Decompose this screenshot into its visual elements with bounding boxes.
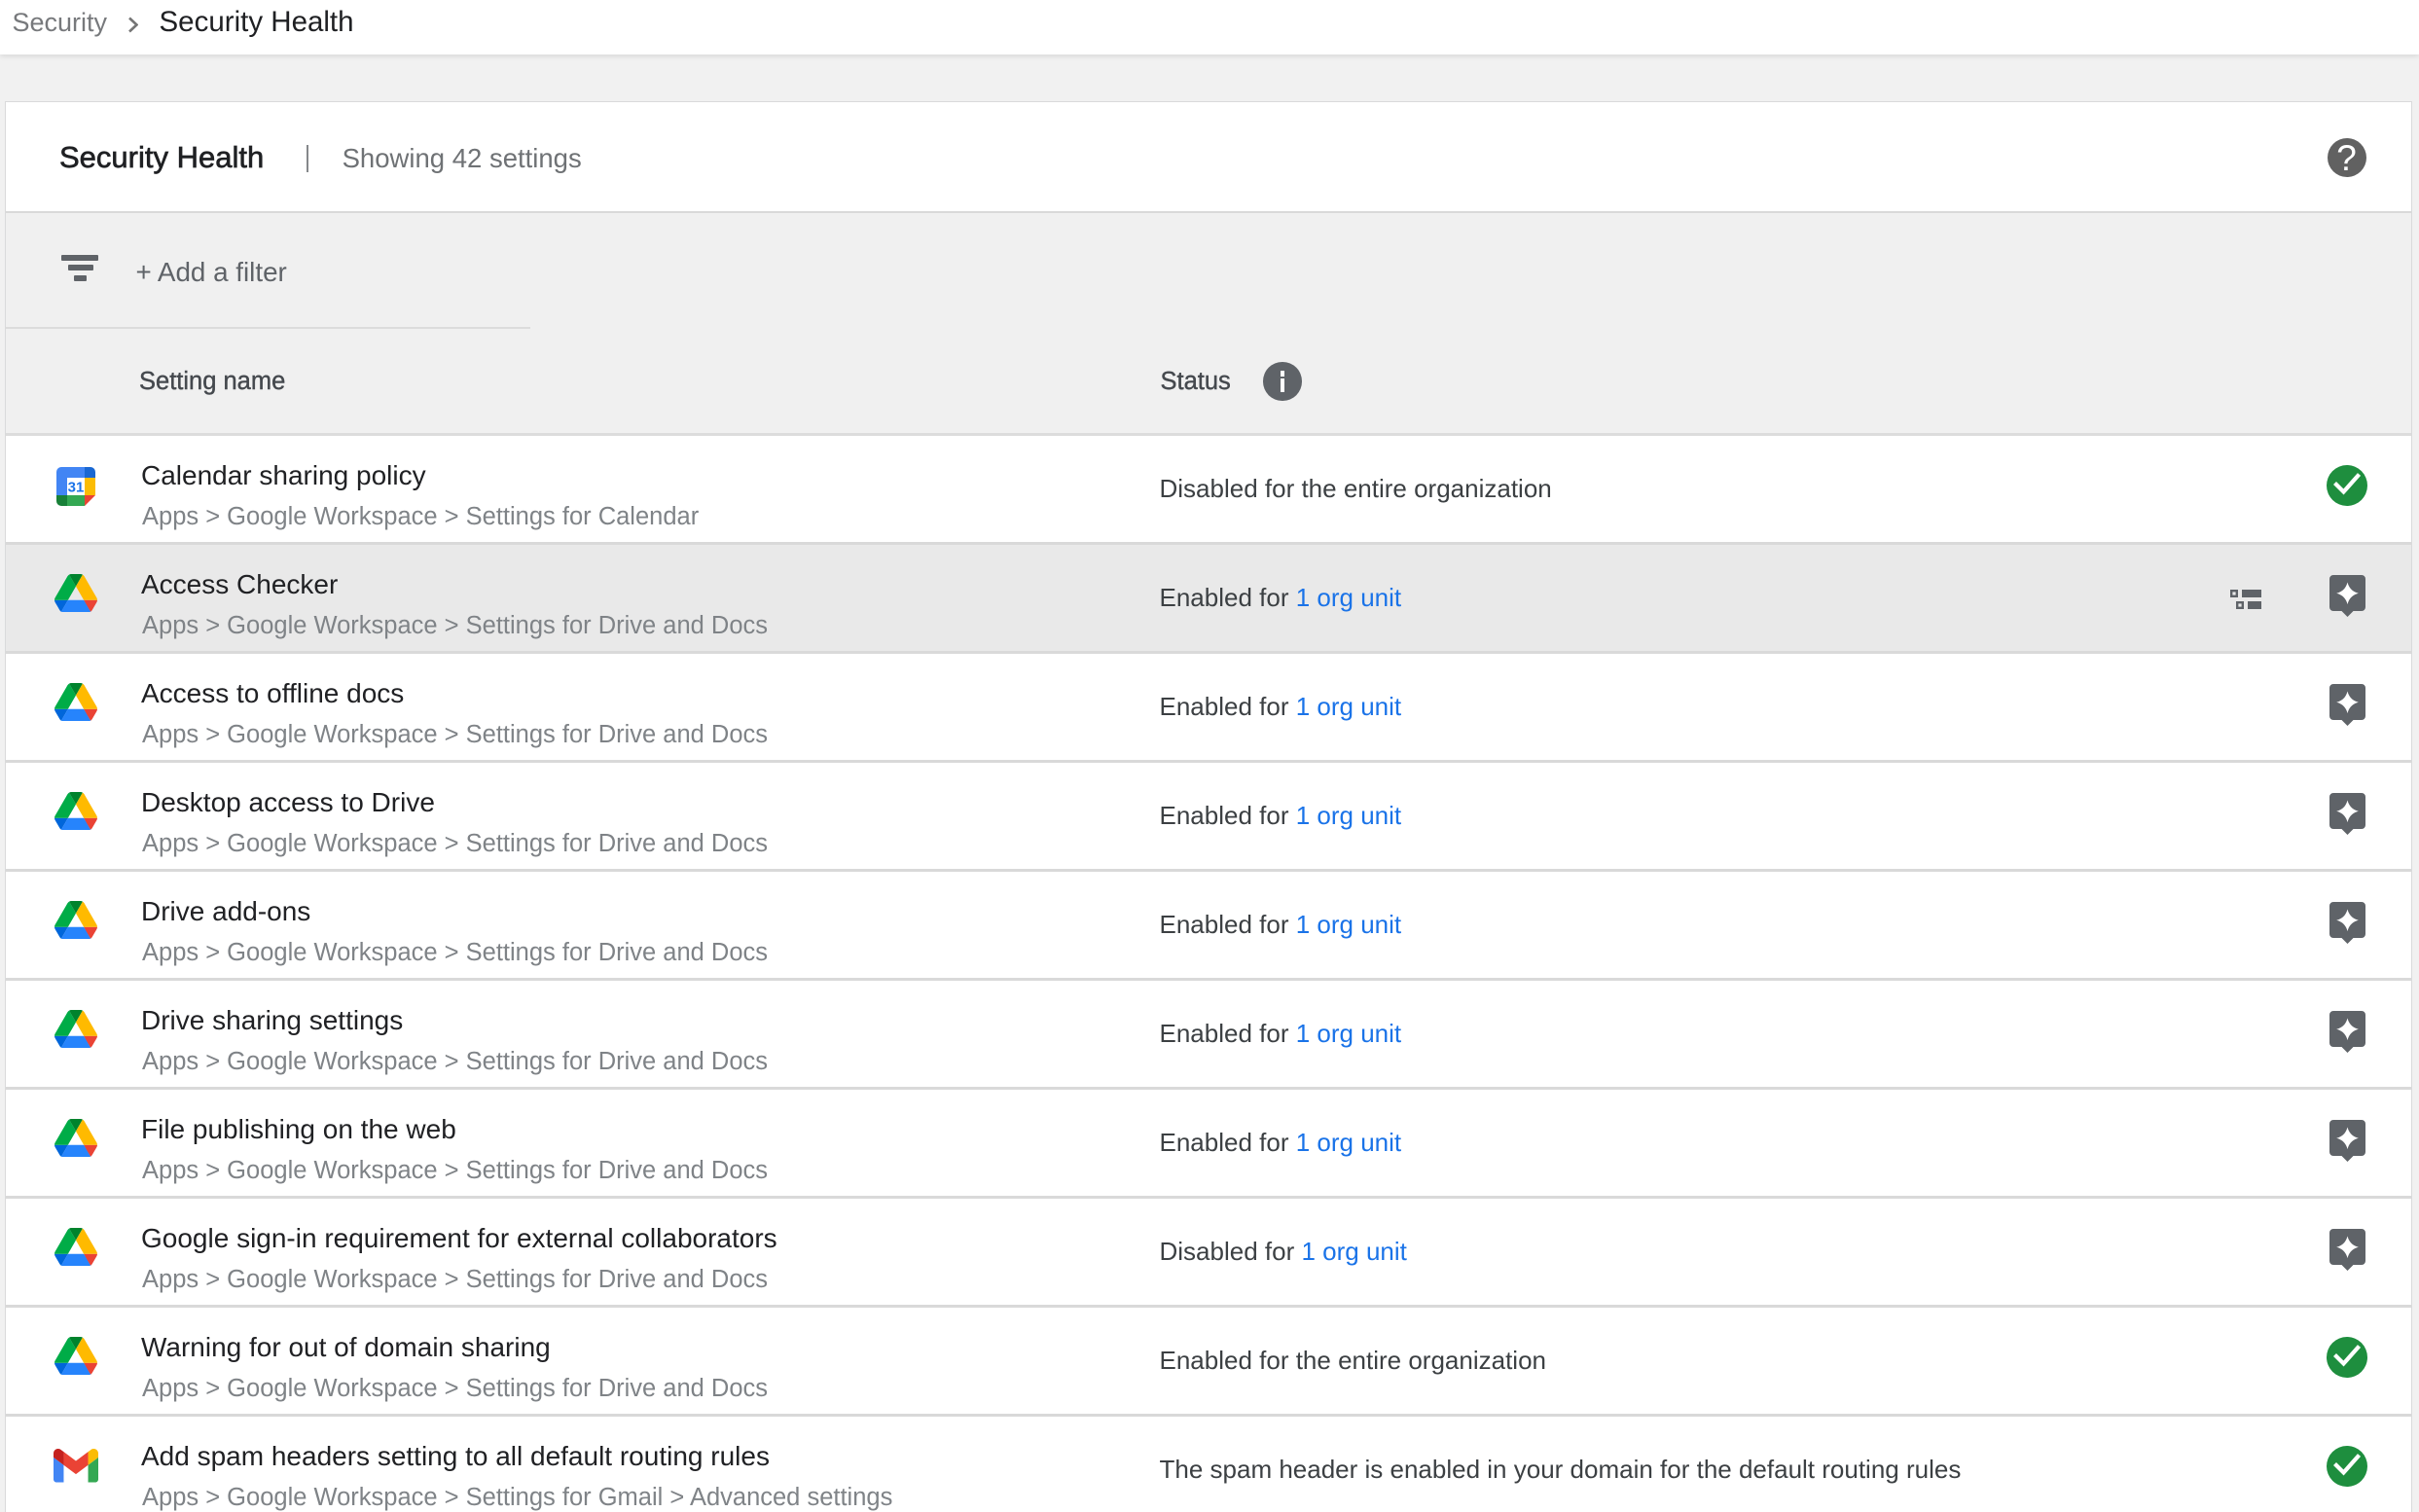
svg-text:31: 31 [68, 480, 85, 496]
